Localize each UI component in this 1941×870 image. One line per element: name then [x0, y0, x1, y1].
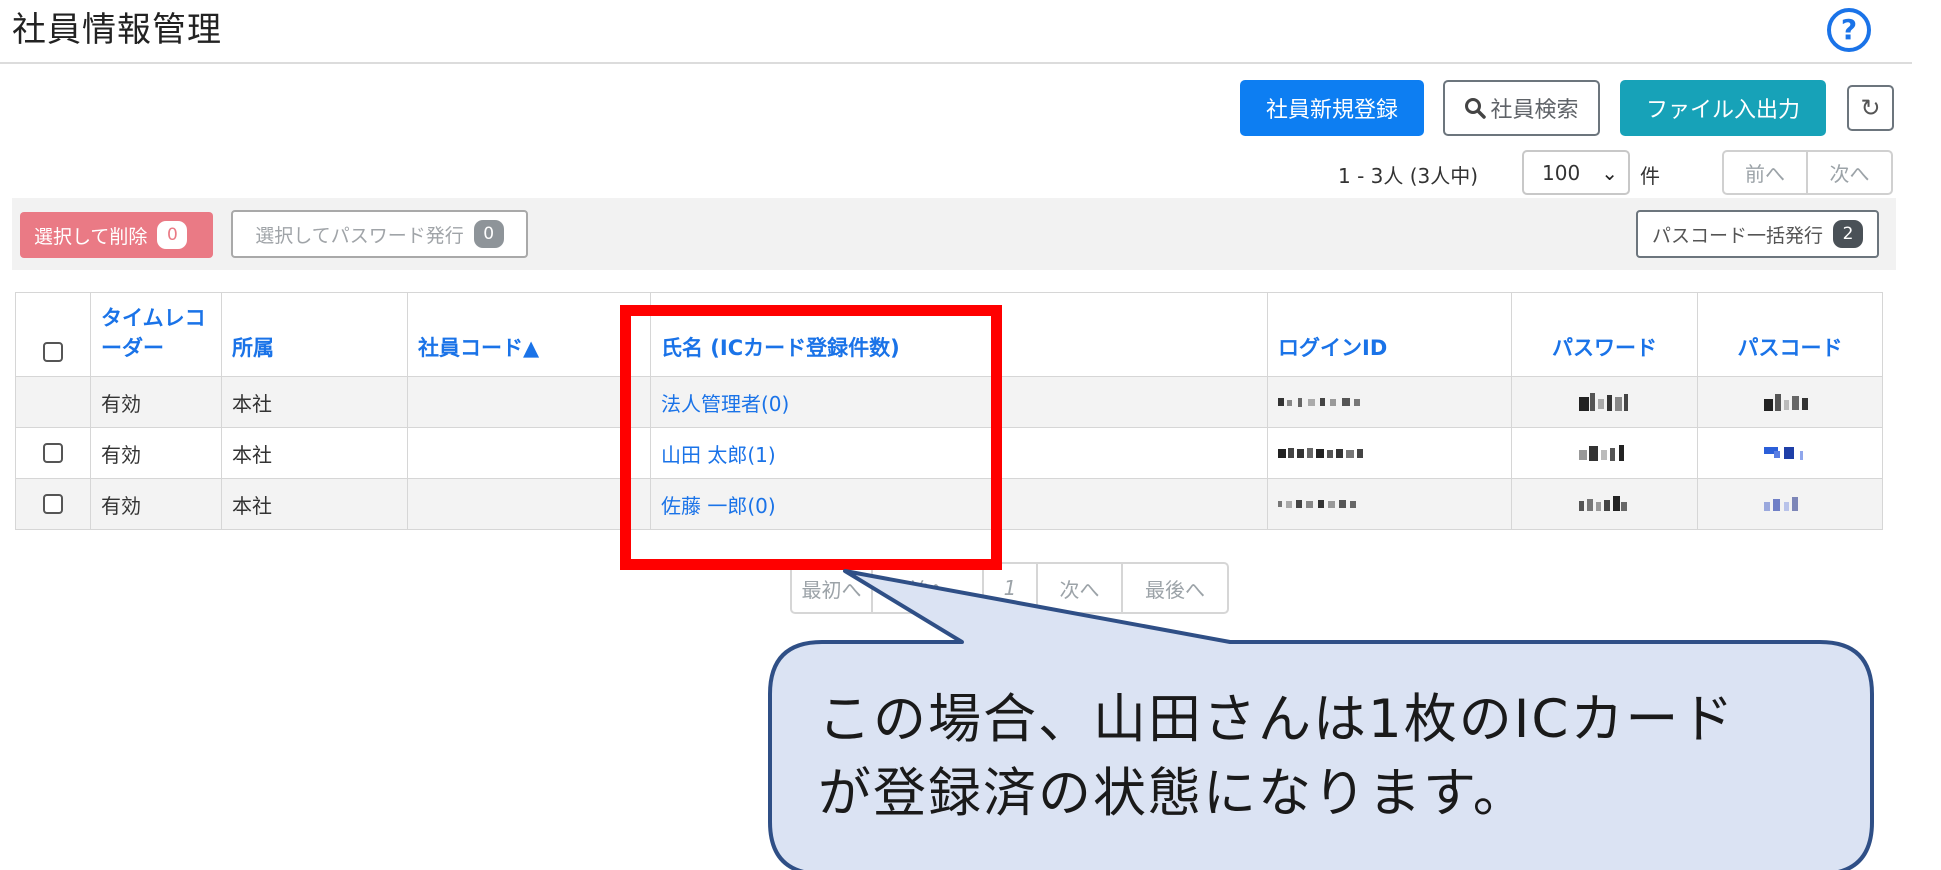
callout-text: この場合、山田さんは1枚のICカード が登録済の状態になります。 [818, 683, 1838, 831]
callout-line-2: が登録済の状態になります。 [818, 763, 1528, 824]
callout-line-1: この場合、山田さんは1枚のICカード [818, 689, 1736, 750]
